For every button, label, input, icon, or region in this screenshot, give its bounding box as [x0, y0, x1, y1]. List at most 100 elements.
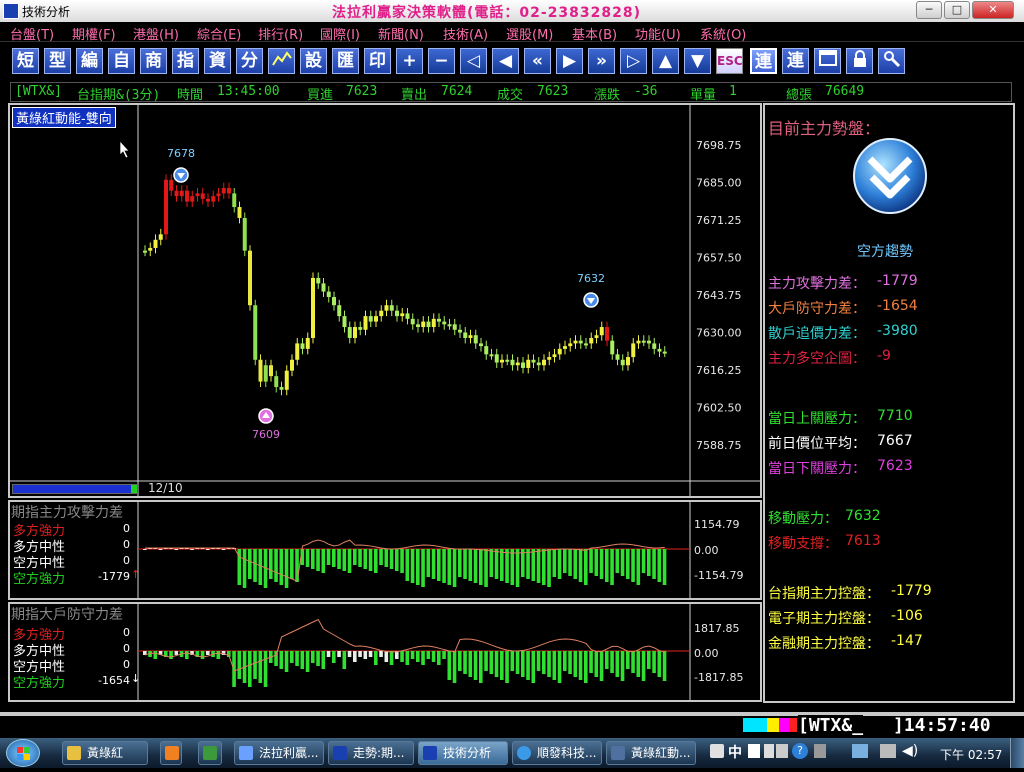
attack-bar: [158, 549, 163, 550]
pressure-value: 7710: [877, 408, 913, 424]
data-button[interactable]: 資: [204, 48, 231, 74]
pattern-button[interactable]: 型: [44, 48, 71, 74]
price-bar: [169, 179, 174, 191]
export-button[interactable]: 匯: [332, 48, 359, 74]
menu-item-ranking[interactable]: 排行(R): [258, 24, 303, 43]
menu-item-fundamental[interactable]: 基本(B): [572, 24, 617, 43]
zoom-out-button[interactable]: −: [428, 48, 455, 74]
total-value: 76649: [825, 84, 865, 99]
defense-bar: [568, 651, 572, 674]
menu-item-international[interactable]: 國際(I): [320, 24, 360, 43]
moving-label: 移動支撐：: [768, 536, 838, 552]
maximize-button[interactable]: □: [944, 1, 970, 19]
down-button[interactable]: ▼: [684, 48, 711, 74]
short-button[interactable]: 短: [12, 48, 39, 74]
defense-diff-canvas[interactable]: [10, 604, 760, 700]
control-label: 台指期主力控盤：: [768, 586, 880, 602]
attack-bar: [578, 549, 583, 582]
y-tick: 1817.85: [694, 622, 740, 635]
attack-bar: [174, 549, 179, 550]
commodity-button[interactable]: 商: [140, 48, 167, 74]
print-button[interactable]: 印: [364, 48, 391, 74]
task-ferrari[interactable]: 法拉利贏...: [234, 741, 324, 765]
task-browser[interactable]: 順發科技...: [512, 741, 602, 765]
help-icon[interactable]: ?: [792, 743, 808, 759]
fast-forward-button[interactable]: »: [588, 48, 615, 74]
attack-bar: [321, 549, 326, 573]
defense-diff-panel[interactable]: 期指大戶防守力差 多方強力 多方中性 空方中性 空方強力 0 0 0 -1654…: [8, 602, 762, 702]
defense-bar: [636, 651, 641, 677]
defense-bar: [342, 651, 347, 669]
price-chart-panel[interactable]: 7698.75 7685.00 7671.25 7657.50 7643.75 7630.…: [8, 103, 762, 498]
keyboard-icon[interactable]: [710, 744, 724, 758]
show-desktop-button[interactable]: [1010, 738, 1024, 768]
punctuation-icon[interactable]: [764, 744, 774, 758]
menu-item-tw[interactable]: 台盤(T): [10, 24, 54, 43]
ime-indicator[interactable]: 中: [728, 742, 742, 762]
last-button[interactable]: ▷: [620, 48, 647, 74]
defense-bar: [358, 651, 362, 657]
menu-item-technical[interactable]: 技術(A): [443, 24, 488, 43]
custom-button[interactable]: 自: [108, 48, 135, 74]
price-bar: [295, 343, 300, 360]
price-bar: [248, 250, 252, 306]
chart-icon-button[interactable]: [268, 48, 295, 74]
next-button[interactable]: ▶: [556, 48, 583, 74]
menu-item-system[interactable]: 系統(O): [700, 24, 746, 43]
window-icon-button[interactable]: [814, 48, 841, 74]
scroll-thumb[interactable]: [131, 485, 137, 493]
ime-mode-icon[interactable]: [748, 744, 760, 758]
attack-bar: [468, 549, 473, 581]
settings-button[interactable]: 設: [300, 48, 327, 74]
task-technical[interactable]: 技術分析: [418, 741, 508, 765]
task-indicator[interactable]: 黃綠紅動...: [606, 741, 696, 765]
scroll-track[interactable]: [12, 484, 138, 494]
zoom-in-button[interactable]: +: [396, 48, 423, 74]
settings-icon[interactable]: [814, 744, 826, 758]
minimize-button[interactable]: ─: [916, 1, 942, 19]
buy-marker: 7609: [252, 408, 280, 441]
lock-button[interactable]: [846, 48, 873, 74]
menu-item-futures[interactable]: 期權(F): [72, 24, 116, 43]
menu-item-hk[interactable]: 港盤(H): [133, 24, 179, 43]
menu-item-composite[interactable]: 綜合(E): [197, 24, 241, 43]
defense-bar: [353, 651, 357, 662]
close-button[interactable]: ✕: [972, 1, 1014, 19]
tray-app-icon[interactable]: [852, 744, 868, 758]
status-symbol: WTX&_: [808, 715, 864, 736]
attack-bar: [368, 549, 373, 571]
task-media[interactable]: [160, 741, 182, 765]
task-trend[interactable]: 走勢:期...: [328, 741, 414, 765]
minute-button[interactable]: 分: [236, 48, 263, 74]
menu-item-news[interactable]: 新聞(N): [378, 24, 424, 43]
attack-bar: [190, 549, 194, 550]
esc-button[interactable]: ESC: [716, 48, 743, 74]
y-tick: 7588.75: [696, 439, 742, 452]
edit-button[interactable]: 編: [76, 48, 103, 74]
indicator-button[interactable]: 指: [172, 48, 199, 74]
link-button-2[interactable]: 連: [782, 48, 809, 74]
menu-item-function[interactable]: 功能(U): [635, 24, 681, 43]
price-chart-canvas[interactable]: 7698.75 7685.00 7671.25 7657.50 7643.75 7630.…: [10, 105, 760, 496]
attack-bar: [416, 549, 420, 585]
tray-clock[interactable]: 下午 02:57: [940, 746, 1002, 763]
link-button-1[interactable]: 連: [750, 48, 777, 74]
up-button[interactable]: ▲: [652, 48, 679, 74]
prev-button[interactable]: ◀: [492, 48, 519, 74]
tools-button[interactable]: [878, 48, 905, 74]
task-folder[interactable]: 黃綠紅: [62, 741, 148, 765]
attack-bar: [384, 549, 389, 567]
menu-item-stock-select[interactable]: 選股(M): [506, 24, 553, 43]
softkeyboard-icon[interactable]: [776, 744, 788, 758]
fast-back-button[interactable]: «: [524, 48, 551, 74]
network-icon[interactable]: [880, 744, 896, 758]
first-button[interactable]: ◁: [460, 48, 487, 74]
y-tick: 7630.00: [696, 327, 742, 340]
indicator-tag[interactable]: 黃綠紅動能-雙向: [12, 107, 116, 128]
attack-diff-panel[interactable]: 期指主力攻擊力差 多方強力 多方中性 空方中性 空方強力 0 0 0 -1779…: [8, 500, 762, 600]
task-image[interactable]: [198, 741, 222, 765]
price-bar: [384, 305, 389, 311]
start-button[interactable]: [6, 739, 40, 767]
volume-icon[interactable]: ◀): [902, 743, 918, 759]
attack-diff-canvas[interactable]: [10, 502, 760, 598]
